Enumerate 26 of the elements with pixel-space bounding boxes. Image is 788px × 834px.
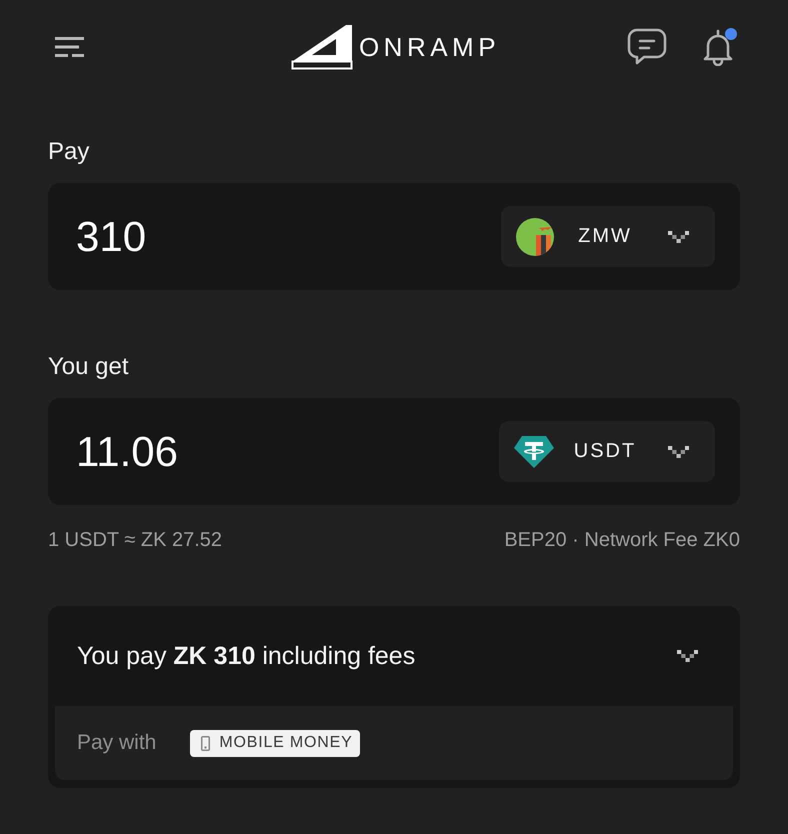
chat-button[interactable] bbox=[627, 28, 667, 66]
pay-with-label: Pay with bbox=[77, 731, 156, 755]
phone-icon bbox=[201, 736, 210, 750]
expand-button[interactable] bbox=[677, 650, 698, 662]
field-label: Pay bbox=[48, 138, 90, 166]
menu-icon bbox=[55, 36, 84, 58]
payment-method-chip[interactable]: MOBILE MONEY bbox=[190, 730, 360, 756]
amount-input[interactable]: 310 bbox=[76, 210, 489, 262]
chevron-icon bbox=[668, 230, 689, 242]
amount-input[interactable]: 11.06 bbox=[76, 426, 487, 478]
chevron-icon bbox=[677, 650, 698, 662]
chevron-icon bbox=[668, 446, 689, 458]
logo-icon bbox=[290, 24, 353, 70]
network-fee-text: BEP20 · Network Fee ZK0 bbox=[504, 528, 740, 552]
chat-icon bbox=[627, 28, 667, 66]
currency-selector[interactable]: USDT bbox=[499, 421, 715, 482]
fee-summary-text: You pay ZK 310 including fees bbox=[77, 642, 416, 670]
token-icon bbox=[514, 434, 554, 468]
amount-field[interactable]: 11.06 USDT bbox=[48, 398, 740, 505]
logo-text: ONRAMP bbox=[358, 32, 500, 62]
menu-button[interactable] bbox=[55, 36, 84, 58]
field-label: You get bbox=[48, 353, 129, 381]
currency-selector[interactable]: ZMW bbox=[501, 206, 715, 267]
exchange-rate-text: 1 USDT ≈ ZK 27.52 bbox=[48, 528, 222, 552]
amount-field[interactable]: 310 ZMW bbox=[48, 183, 740, 290]
flag-icon bbox=[516, 218, 554, 256]
